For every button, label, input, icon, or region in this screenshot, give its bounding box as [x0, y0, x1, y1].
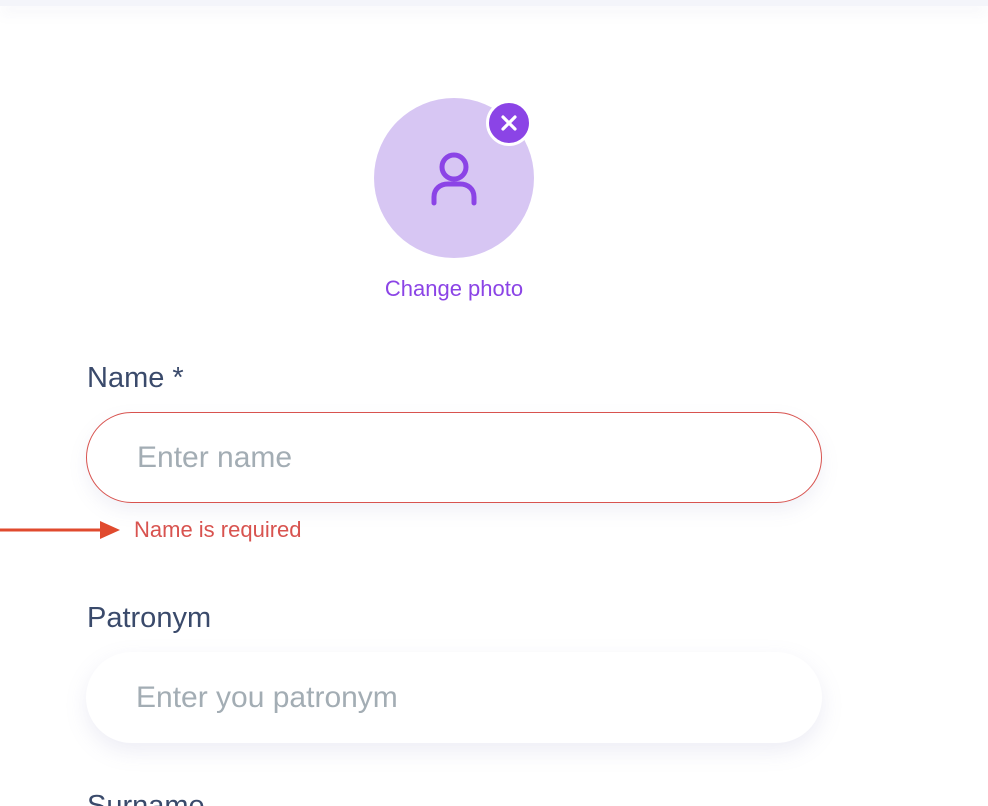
annotation-arrow	[0, 521, 120, 539]
name-label: Name *	[87, 362, 184, 394]
patronym-label: Patronym	[87, 602, 212, 634]
patronym-input[interactable]	[136, 680, 822, 715]
patronym-field[interactable]	[86, 652, 822, 743]
name-field[interactable]	[86, 412, 822, 503]
name-input[interactable]	[137, 440, 821, 475]
header-bar	[0, 0, 988, 6]
profile-form-page: Change photo Name * Name is required Pat…	[0, 0, 988, 806]
close-icon	[501, 115, 517, 131]
avatar-container	[374, 98, 534, 258]
change-photo-link[interactable]: Change photo	[354, 276, 554, 302]
name-error-message: Name is required	[134, 517, 302, 542]
remove-photo-button[interactable]	[486, 100, 532, 146]
user-icon	[431, 152, 477, 206]
surname-label: Surname	[87, 790, 205, 806]
